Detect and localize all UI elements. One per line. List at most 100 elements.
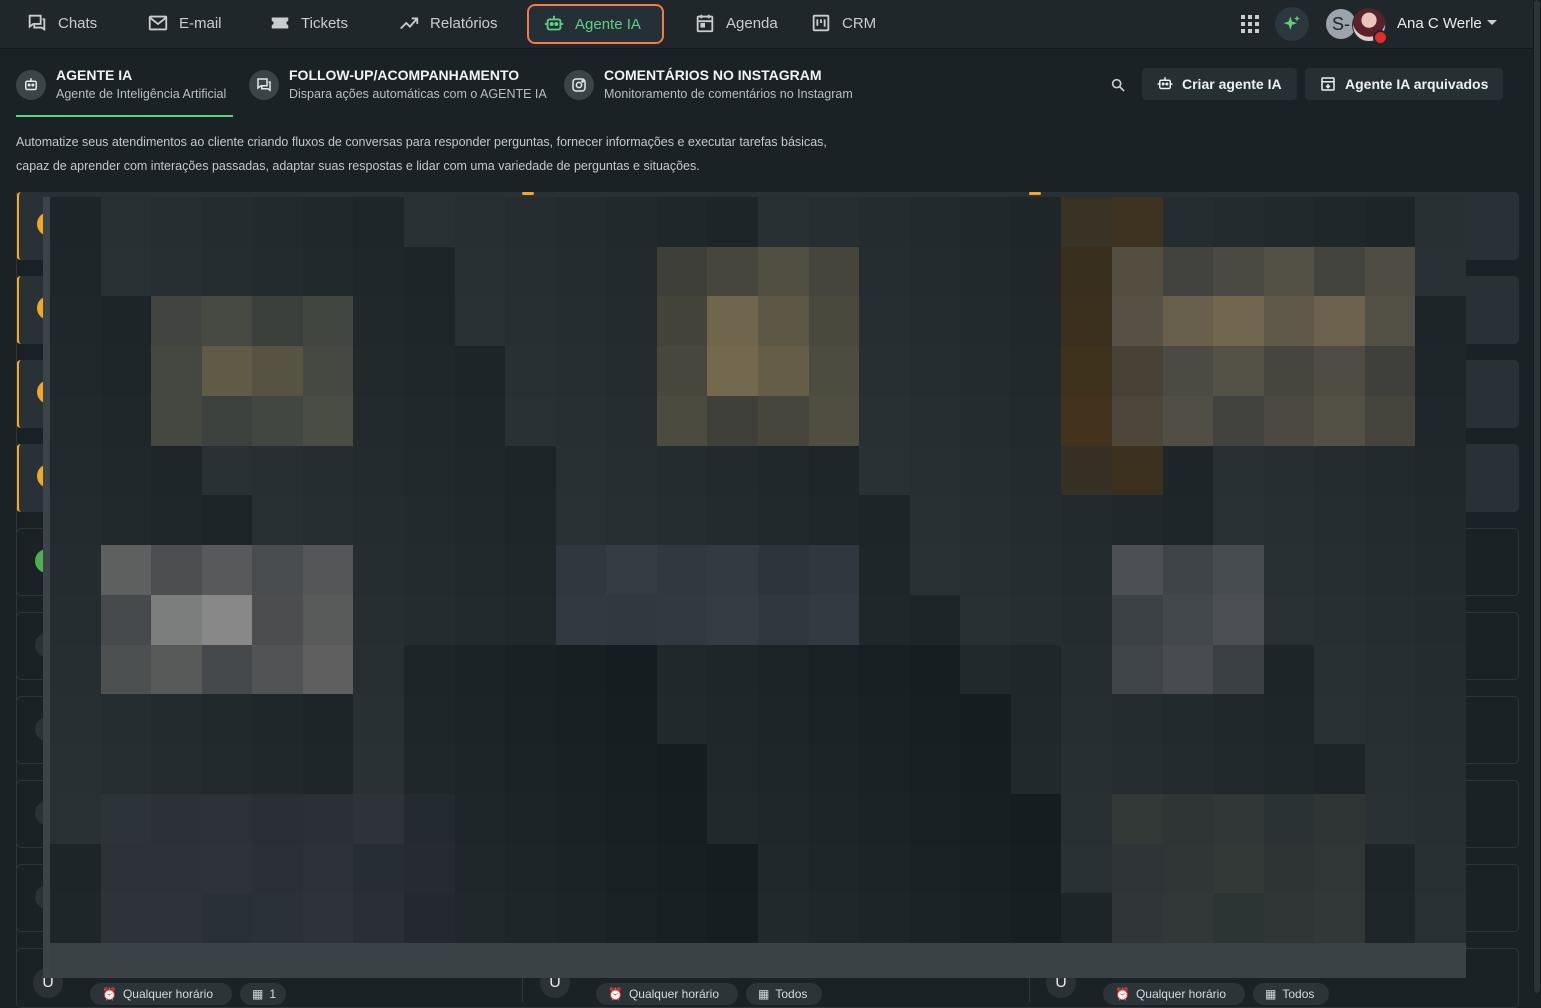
search-button[interactable] bbox=[1106, 73, 1130, 97]
pixel-block bbox=[1263, 495, 1315, 546]
create-agent-button[interactable]: Criar agente IA bbox=[1142, 68, 1297, 100]
pixel-block bbox=[302, 346, 354, 396]
pixel-block bbox=[505, 296, 556, 347]
pixel-block bbox=[555, 644, 607, 695]
pixel-block bbox=[555, 445, 607, 496]
pixel-block bbox=[960, 644, 1011, 695]
pixel-block bbox=[1213, 296, 1264, 347]
nav-item-chats[interactable]: Chats bbox=[12, 4, 111, 42]
pixel-block bbox=[758, 843, 809, 894]
pixel-block bbox=[201, 246, 253, 297]
pixel-block bbox=[302, 545, 354, 595]
pixel-block bbox=[707, 346, 758, 396]
pixel-block bbox=[1061, 445, 1112, 496]
nav-item-agente-ia[interactable]: Agente IA bbox=[527, 4, 664, 44]
chevron-down-icon[interactable] bbox=[1487, 20, 1497, 25]
pixel-block bbox=[1010, 793, 1062, 844]
pixel-block bbox=[1213, 545, 1264, 595]
pixel-block bbox=[960, 545, 1011, 595]
schedule-badge: ⏰ Qualquer horário bbox=[596, 983, 738, 1005]
pixel-block bbox=[1213, 495, 1264, 546]
pixel-block bbox=[404, 346, 455, 396]
schedule-badge: ⏰ Qualquer horário bbox=[1103, 983, 1245, 1005]
scrollbar-thumb[interactable] bbox=[1534, 0, 1540, 993]
pixel-block bbox=[1061, 744, 1112, 794]
nav-item-crm[interactable]: CRM bbox=[796, 4, 890, 42]
pixel-block bbox=[555, 545, 607, 595]
nav-item-agenda[interactable]: Agenda bbox=[680, 4, 792, 42]
pixel-block bbox=[252, 843, 303, 894]
pixel-block bbox=[606, 197, 657, 247]
tab-follow-up[interactable]: FOLLOW-UP/ACOMPANHAMENTO Dispara ações a… bbox=[249, 64, 547, 103]
pixel-block bbox=[100, 843, 152, 894]
pixel-block bbox=[909, 395, 961, 446]
chart-icon bbox=[400, 17, 419, 30]
archived-agents-button[interactable]: Agente IA arquivados bbox=[1305, 68, 1503, 100]
pixel-block bbox=[555, 346, 607, 396]
pixel-block bbox=[1364, 495, 1416, 546]
pixel-block bbox=[656, 246, 708, 297]
pixel-block bbox=[505, 445, 556, 496]
pixel-block bbox=[454, 644, 506, 695]
pixel-block bbox=[252, 644, 303, 695]
pixel-block bbox=[1415, 395, 1466, 446]
user-name[interactable]: Ana C Werle bbox=[1397, 15, 1482, 32]
pixel-block bbox=[1364, 793, 1416, 844]
pixel-block bbox=[1263, 445, 1315, 496]
nav-item-tickets[interactable]: Tickets bbox=[255, 4, 362, 42]
robot-icon bbox=[544, 15, 564, 31]
apps-grid-icon[interactable] bbox=[1238, 12, 1262, 36]
pixel-block bbox=[1112, 395, 1163, 446]
pixel-block bbox=[909, 744, 961, 794]
pixel-block bbox=[1314, 545, 1365, 595]
pixel-block bbox=[252, 296, 303, 347]
pixel-block bbox=[252, 246, 303, 297]
tab-comentarios-instagram[interactable]: COMENTÁRIOS NO INSTAGRAM Monitoramento d… bbox=[564, 64, 853, 103]
pixel-block bbox=[707, 793, 758, 844]
pixel-block bbox=[505, 793, 556, 844]
pixel-block bbox=[252, 893, 303, 943]
pixel-block bbox=[151, 346, 202, 396]
pixel-block bbox=[50, 445, 101, 496]
tab-agente-ia[interactable]: AGENTE IA Agente de Inteligência Artific… bbox=[16, 64, 226, 103]
pixel-block bbox=[1162, 893, 1214, 943]
nav-item-relatorios[interactable]: Relatórios bbox=[384, 4, 512, 42]
alarm-icon: ⏰ bbox=[1115, 987, 1130, 1001]
pixel-block bbox=[1415, 893, 1466, 943]
pixel-block bbox=[505, 694, 556, 745]
pixel-block bbox=[353, 545, 404, 595]
pixel-block bbox=[1263, 843, 1315, 894]
pixel-block bbox=[50, 296, 101, 347]
pixel-block bbox=[505, 843, 556, 894]
pixel-block bbox=[201, 744, 253, 794]
pixel-block bbox=[1010, 296, 1062, 347]
pixel-block bbox=[353, 445, 404, 496]
pixel-block bbox=[758, 893, 809, 943]
pixel-block bbox=[909, 545, 961, 595]
search-icon bbox=[1111, 78, 1125, 92]
nav-label: Tickets bbox=[301, 14, 348, 32]
pixel-block bbox=[454, 445, 506, 496]
pixel-block bbox=[1213, 893, 1264, 943]
pixel-block bbox=[606, 395, 657, 446]
pixel-block bbox=[1364, 694, 1416, 745]
alarm-icon: ⏰ bbox=[608, 987, 623, 1001]
pixel-block bbox=[960, 694, 1011, 745]
pixel-block bbox=[151, 594, 202, 645]
pixel-block bbox=[1061, 395, 1112, 446]
nav-label: CRM bbox=[842, 14, 877, 32]
pixel-block bbox=[302, 246, 354, 297]
pixel-block bbox=[859, 843, 910, 894]
ai-assistant-button[interactable] bbox=[1275, 7, 1309, 41]
pixel-block bbox=[707, 246, 758, 297]
pixel-block bbox=[1061, 644, 1112, 695]
pixel-block bbox=[1415, 644, 1466, 695]
pixel-block bbox=[1314, 694, 1365, 745]
nav-item-email[interactable]: E-mail bbox=[133, 4, 236, 42]
pixel-block bbox=[808, 545, 860, 595]
pixel-block bbox=[505, 594, 556, 645]
pixel-block bbox=[758, 395, 809, 446]
pixel-block bbox=[606, 644, 657, 695]
pixel-block bbox=[656, 296, 708, 347]
pixel-block bbox=[151, 296, 202, 347]
